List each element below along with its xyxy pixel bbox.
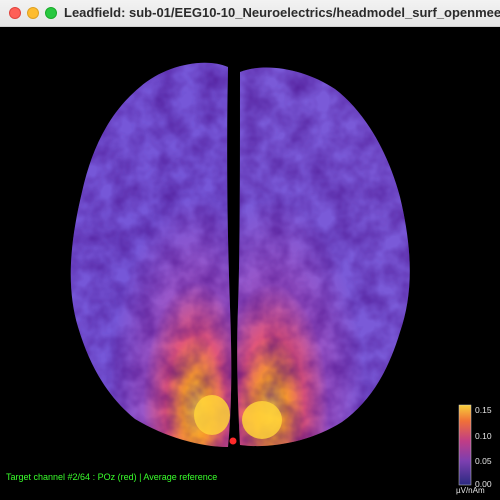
activation-hotspot-left [194,395,230,435]
target-electrode-marker [229,437,237,445]
colorbar-tick: 0.05 [475,456,492,466]
colorbar-gradient [458,404,472,486]
close-button[interactable] [9,7,21,19]
brain-surface-render[interactable] [0,27,500,500]
window-title: Leadfield: sub-01/EEG10-10_Neuroelectric… [64,5,500,20]
title-bar[interactable]: Leadfield: sub-01/EEG10-10_Neuroelectric… [0,0,500,27]
activation-hotspot-right [242,401,282,439]
colorbar-unit: µV/nAm [456,486,485,495]
zoom-button[interactable] [45,7,57,19]
application-window: Leadfield: sub-01/EEG10-10_Neuroelectric… [0,0,500,500]
colorbar-tick: 0.10 [475,431,492,441]
minimize-button[interactable] [27,7,39,19]
3d-viewport[interactable]: 0.15 0.10 0.05 0.00 [0,27,500,500]
colorbar-tick: 0.15 [475,405,492,415]
status-text: Target channel #2/64 : POz (red) | Avera… [6,472,218,482]
